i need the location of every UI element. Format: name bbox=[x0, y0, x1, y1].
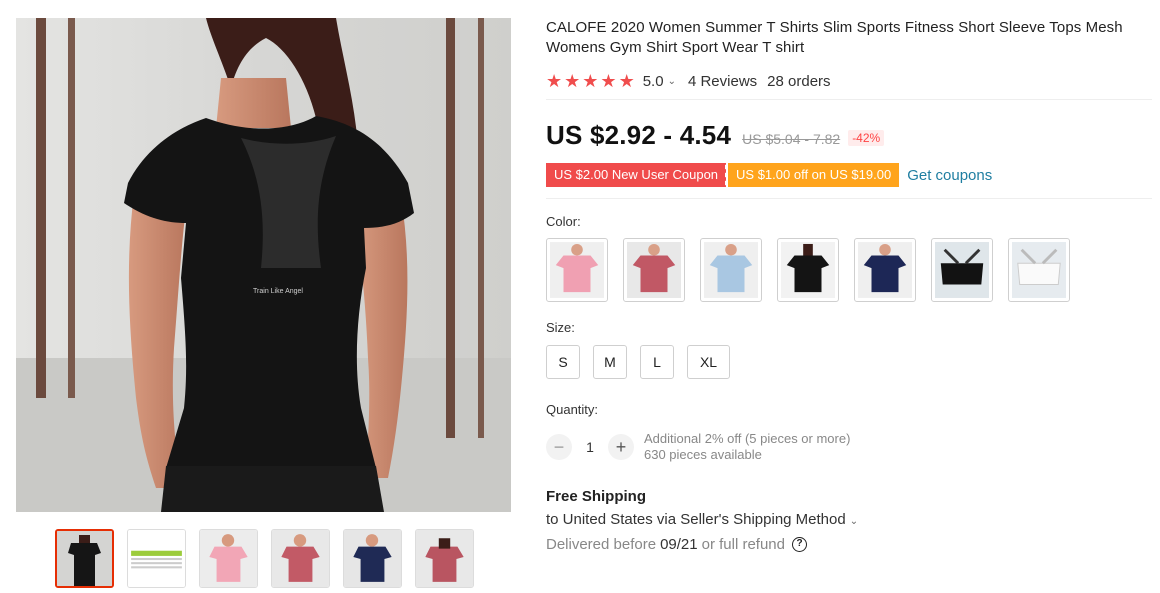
color-option-navy[interactable] bbox=[854, 238, 916, 302]
delivery-suffix: or full refund bbox=[701, 536, 785, 553]
thumb-rose-shirt-image bbox=[272, 530, 329, 587]
new-user-coupon[interactable]: US $2.00 New User Coupon bbox=[542, 163, 727, 187]
star-icon: ★ bbox=[546, 71, 563, 91]
white-bra-set-swatch-image bbox=[1012, 242, 1066, 298]
color-option-rose[interactable] bbox=[623, 238, 685, 302]
color-option-light-blue[interactable] bbox=[700, 238, 762, 302]
quantity-increase-button[interactable]: + bbox=[608, 434, 634, 460]
thumbnail-4[interactable] bbox=[271, 529, 330, 588]
shirt-print-text: Train Like Angel bbox=[253, 288, 303, 295]
shipping-title: Free Shipping bbox=[546, 488, 647, 505]
quantity-note: Additional 2% off (5 pieces or more) 630… bbox=[644, 431, 850, 463]
thumbnail-strip bbox=[55, 529, 474, 588]
thumb-pink-shirt-image bbox=[200, 530, 257, 587]
star-icon: ★ bbox=[618, 71, 635, 91]
star-icon: ★ bbox=[600, 71, 617, 91]
chevron-down-icon[interactable]: ⌄ bbox=[668, 76, 676, 87]
divider bbox=[546, 198, 1152, 199]
thumbnail-5[interactable] bbox=[343, 529, 402, 588]
thumb-rose-back-image bbox=[416, 530, 473, 587]
rating-value[interactable]: 5.0 bbox=[643, 73, 664, 90]
thumbnail-2[interactable] bbox=[127, 529, 186, 588]
thumb-size-chart-image bbox=[128, 530, 185, 587]
color-label: Color: bbox=[546, 214, 581, 229]
rose-shirt-swatch-image bbox=[627, 242, 681, 298]
shipping-method[interactable]: to United States via Seller's Shipping M… bbox=[546, 511, 1152, 528]
thumb-navy-shirt-image bbox=[344, 530, 401, 587]
color-option-white-bra-set[interactable] bbox=[1008, 238, 1070, 302]
quantity-label: Quantity: bbox=[546, 402, 599, 417]
thumbnail-6[interactable] bbox=[415, 529, 474, 588]
shipping-method-text: to United States via Seller's Shipping M… bbox=[546, 511, 846, 528]
delivery-prefix: Delivered before bbox=[546, 536, 657, 553]
product-info-panel: CALOFE 2020 Women Summer T Shirts Slim S… bbox=[542, 18, 1152, 553]
current-price: US $2.92 - 4.54 bbox=[546, 120, 732, 150]
color-option-black[interactable] bbox=[777, 238, 839, 302]
question-help-icon[interactable]: ? bbox=[792, 537, 807, 552]
chevron-down-icon[interactable]: ⌄ bbox=[850, 516, 858, 527]
coupon-row: US $2.00 New User Coupon US $1.00 off on… bbox=[542, 163, 1152, 187]
black-bra-set-swatch-image bbox=[935, 242, 989, 298]
star-icon: ★ bbox=[582, 71, 599, 91]
orders-count: 28 orders bbox=[767, 72, 831, 90]
discount-badge: -42% bbox=[848, 130, 885, 146]
delivery-date: 09/21 bbox=[660, 536, 698, 553]
store-coupon[interactable]: US $1.00 off on US $19.00 bbox=[725, 163, 900, 187]
price-row: US $2.92 - 4.54 US $5.04 - 7.82 -42% bbox=[546, 120, 1152, 154]
stock-available: 630 pieces available bbox=[644, 447, 762, 462]
color-swatches bbox=[546, 238, 1152, 302]
rating-row: ★ ★ ★ ★ ★ 5.0 ⌄ 4 Reviews 28 orders bbox=[546, 71, 1152, 91]
color-option-pink[interactable] bbox=[546, 238, 608, 302]
model-back-photo: Train Like Angel bbox=[16, 18, 511, 512]
size-options: S M L XL bbox=[546, 345, 1152, 379]
main-product-image[interactable]: Train Like Angel bbox=[16, 18, 511, 512]
size-option-m[interactable]: M bbox=[593, 345, 627, 379]
delivery-estimate: Delivered before 09/21 or full refund ? bbox=[546, 536, 1152, 553]
bulk-discount-note: Additional 2% off (5 pieces or more) bbox=[644, 431, 851, 446]
thumb-black-shirt-image bbox=[57, 531, 112, 586]
size-option-xl[interactable]: XL bbox=[687, 345, 730, 379]
thumbnail-1[interactable] bbox=[55, 529, 114, 588]
black-shirt-swatch-image bbox=[781, 242, 835, 298]
color-option-black-bra-set[interactable] bbox=[931, 238, 993, 302]
navy-shirt-swatch-image bbox=[858, 242, 912, 298]
size-label: Size: bbox=[546, 320, 575, 335]
original-price: US $5.04 - 7.82 bbox=[742, 131, 841, 147]
light-blue-shirt-swatch-image bbox=[704, 242, 758, 298]
thumbnail-3[interactable] bbox=[199, 529, 258, 588]
get-coupons-link[interactable]: Get coupons bbox=[907, 167, 992, 184]
divider bbox=[546, 99, 1152, 100]
pink-shirt-swatch-image bbox=[550, 242, 604, 298]
reviews-link[interactable]: 4 Reviews bbox=[688, 73, 757, 90]
size-option-l[interactable]: L bbox=[640, 345, 674, 379]
quantity-input[interactable]: 1 bbox=[572, 439, 608, 455]
star-icon: ★ bbox=[564, 71, 581, 91]
size-option-s[interactable]: S bbox=[546, 345, 580, 379]
product-title: CALOFE 2020 Women Summer T Shirts Slim S… bbox=[546, 19, 1123, 56]
quantity-stepper: − 1 + Additional 2% off (5 pieces or mor… bbox=[546, 431, 1152, 463]
quantity-decrease-button[interactable]: − bbox=[546, 434, 572, 460]
star-rating: ★ ★ ★ ★ ★ bbox=[546, 72, 635, 90]
